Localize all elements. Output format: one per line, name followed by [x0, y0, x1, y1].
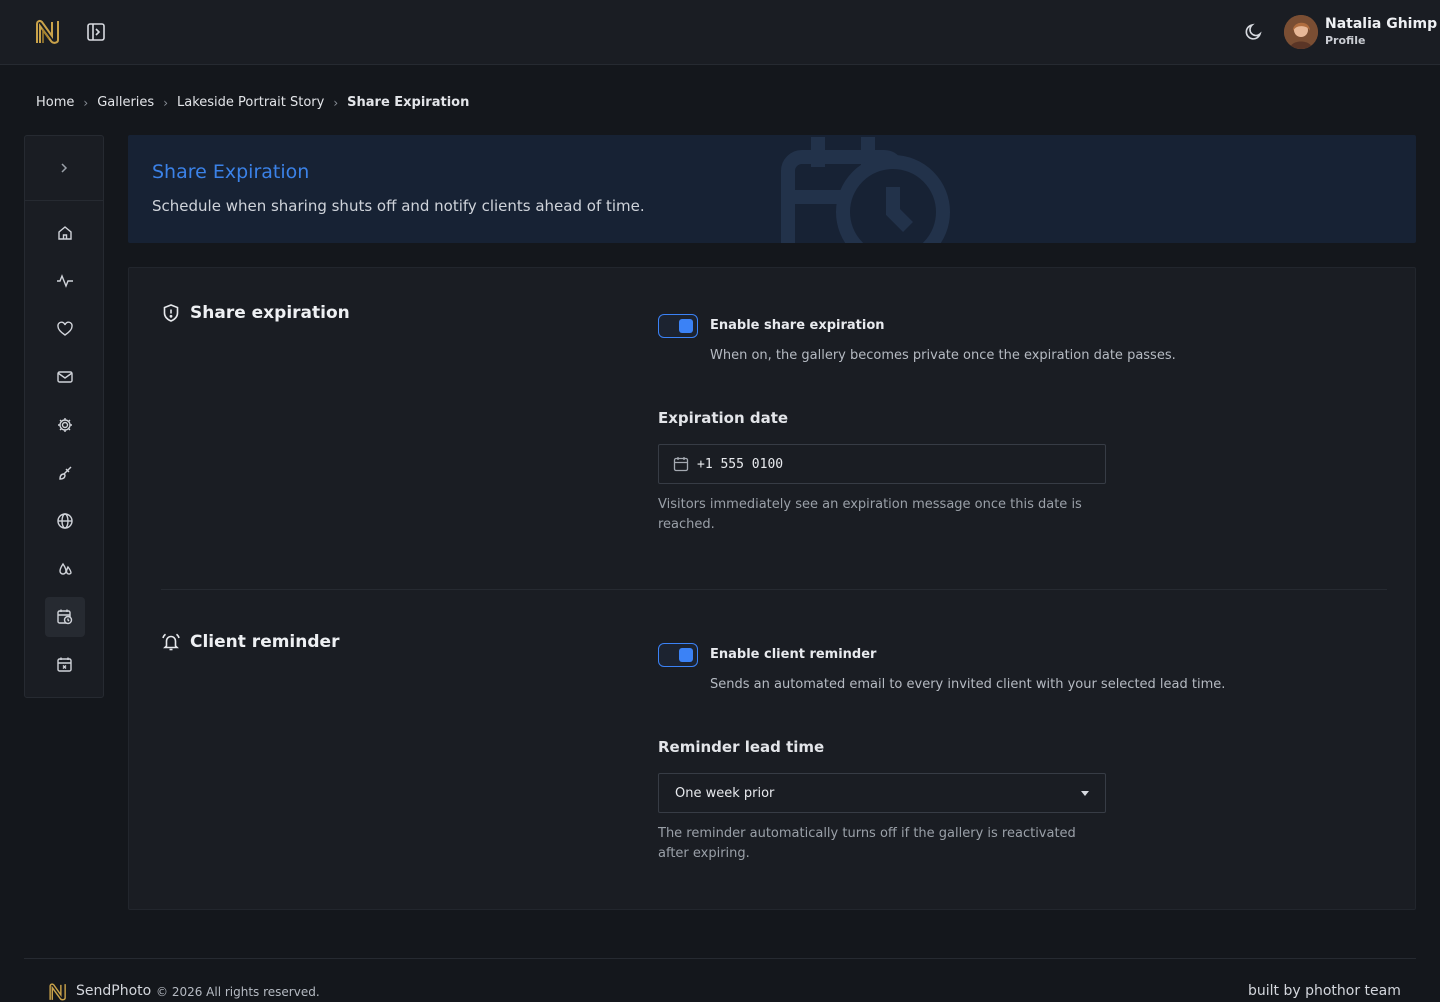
- sidebar-item-watermark[interactable]: [45, 549, 85, 589]
- calendar-clock-icon: [57, 609, 73, 625]
- footer-copyright: © 2026 All rights reserved.: [156, 985, 320, 999]
- side-nav: [24, 135, 104, 698]
- reminder-lead-time-label: Reminder lead time: [658, 738, 825, 756]
- breadcrumb-gallery[interactable]: Lakeside Portrait Story: [177, 95, 324, 110]
- gear-icon: [58, 418, 72, 432]
- page-header-banner: Share Expiration Schedule when sharing s…: [128, 135, 1416, 243]
- footer-built-by[interactable]: built by phothor team: [1248, 983, 1401, 999]
- expiration-date-input[interactable]: +1 555 0100: [658, 444, 1106, 484]
- heart-icon: [57, 321, 73, 336]
- breadcrumb-home[interactable]: Home: [36, 95, 74, 110]
- user-profile-link[interactable]: Profile: [1325, 34, 1365, 47]
- moon-icon[interactable]: [1244, 22, 1264, 42]
- sidebar-item-favorites[interactable]: [45, 309, 85, 349]
- client-reminder-toggle[interactable]: [658, 643, 698, 667]
- settings-card: Share expiration Enable share expiration…: [128, 267, 1416, 910]
- user-name[interactable]: Natalia Ghimp: [1325, 16, 1437, 32]
- n-logo-icon: [49, 983, 66, 1001]
- n-logo-icon[interactable]: [34, 18, 62, 46]
- sidebar-item-share-expiration[interactable]: [45, 597, 85, 637]
- share-expiration-toggle-description: When on, the gallery becomes private onc…: [710, 348, 1176, 363]
- sidebar-item-schedule-removal[interactable]: [45, 645, 85, 685]
- expiration-date-label: Expiration date: [658, 409, 789, 427]
- avatar[interactable]: [1284, 15, 1318, 49]
- footer-brand: SendPhoto: [76, 983, 152, 999]
- expiration-date-value: +1 555 0100: [697, 456, 784, 472]
- chevron-right-icon: [61, 163, 68, 173]
- chevron-right-icon: ›: [333, 95, 339, 110]
- section-client-reminder: Client reminder: [161, 632, 339, 652]
- section-share-expiration: Share expiration: [161, 303, 350, 323]
- bell-ring-icon: [162, 633, 180, 651]
- chevron-right-icon: ›: [83, 95, 89, 110]
- section-title: Client reminder: [190, 632, 340, 652]
- chevron-right-icon: ›: [163, 95, 169, 110]
- page-title: Share Expiration: [152, 161, 310, 183]
- shield-alert-icon: [163, 304, 179, 322]
- client-reminder-toggle-description: Sends an automated email to every invite…: [710, 677, 1226, 692]
- breadcrumb-current: Share Expiration: [347, 95, 470, 110]
- breadcrumb: Home › Galleries › Lakeside Portrait Sto…: [36, 95, 469, 110]
- sidebar-item-mail[interactable]: [45, 357, 85, 397]
- calendar-clock-icon: [781, 137, 950, 243]
- section-title: Share expiration: [190, 303, 350, 323]
- reminder-lead-time-value: One week prior: [675, 785, 775, 801]
- expand-sidebar-button[interactable]: [25, 136, 103, 201]
- share-expiration-toggle-label[interactable]: Enable share expiration: [710, 318, 885, 333]
- client-reminder-toggle-label[interactable]: Enable client reminder: [710, 647, 876, 662]
- panel-toggle-icon[interactable]: [86, 22, 106, 42]
- footer-divider: [24, 958, 1416, 959]
- home-icon: [58, 226, 72, 240]
- reminder-lead-time-help: The reminder automatically turns off if …: [658, 826, 1076, 861]
- calendar-x-icon: [57, 657, 72, 672]
- reminder-lead-time-select[interactable]: One week prior: [658, 773, 1106, 813]
- calendar-icon: [673, 457, 689, 472]
- globe-icon: [57, 513, 73, 529]
- sidebar-item-domain[interactable]: [45, 501, 85, 541]
- share-expiration-toggle[interactable]: [658, 314, 698, 338]
- sidebar-item-settings[interactable]: [45, 405, 85, 445]
- sidebar-item-activity[interactable]: [45, 261, 85, 301]
- droplets-icon: [59, 562, 72, 575]
- top-bar: Natalia Ghimp Profile: [0, 0, 1440, 65]
- breadcrumb-galleries[interactable]: Galleries: [97, 95, 154, 110]
- expiration-date-help: Visitors immediately see an expiration m…: [658, 497, 1082, 532]
- section-divider: [161, 589, 1387, 590]
- sidebar-item-home[interactable]: [45, 213, 85, 253]
- brush-icon: [59, 466, 72, 480]
- page-subtitle: Schedule when sharing shuts off and noti…: [152, 197, 645, 215]
- mail-icon: [57, 371, 73, 383]
- caret-down-icon: [1081, 791, 1089, 796]
- sidebar-item-design[interactable]: [45, 453, 85, 493]
- activity-icon: [57, 274, 73, 288]
